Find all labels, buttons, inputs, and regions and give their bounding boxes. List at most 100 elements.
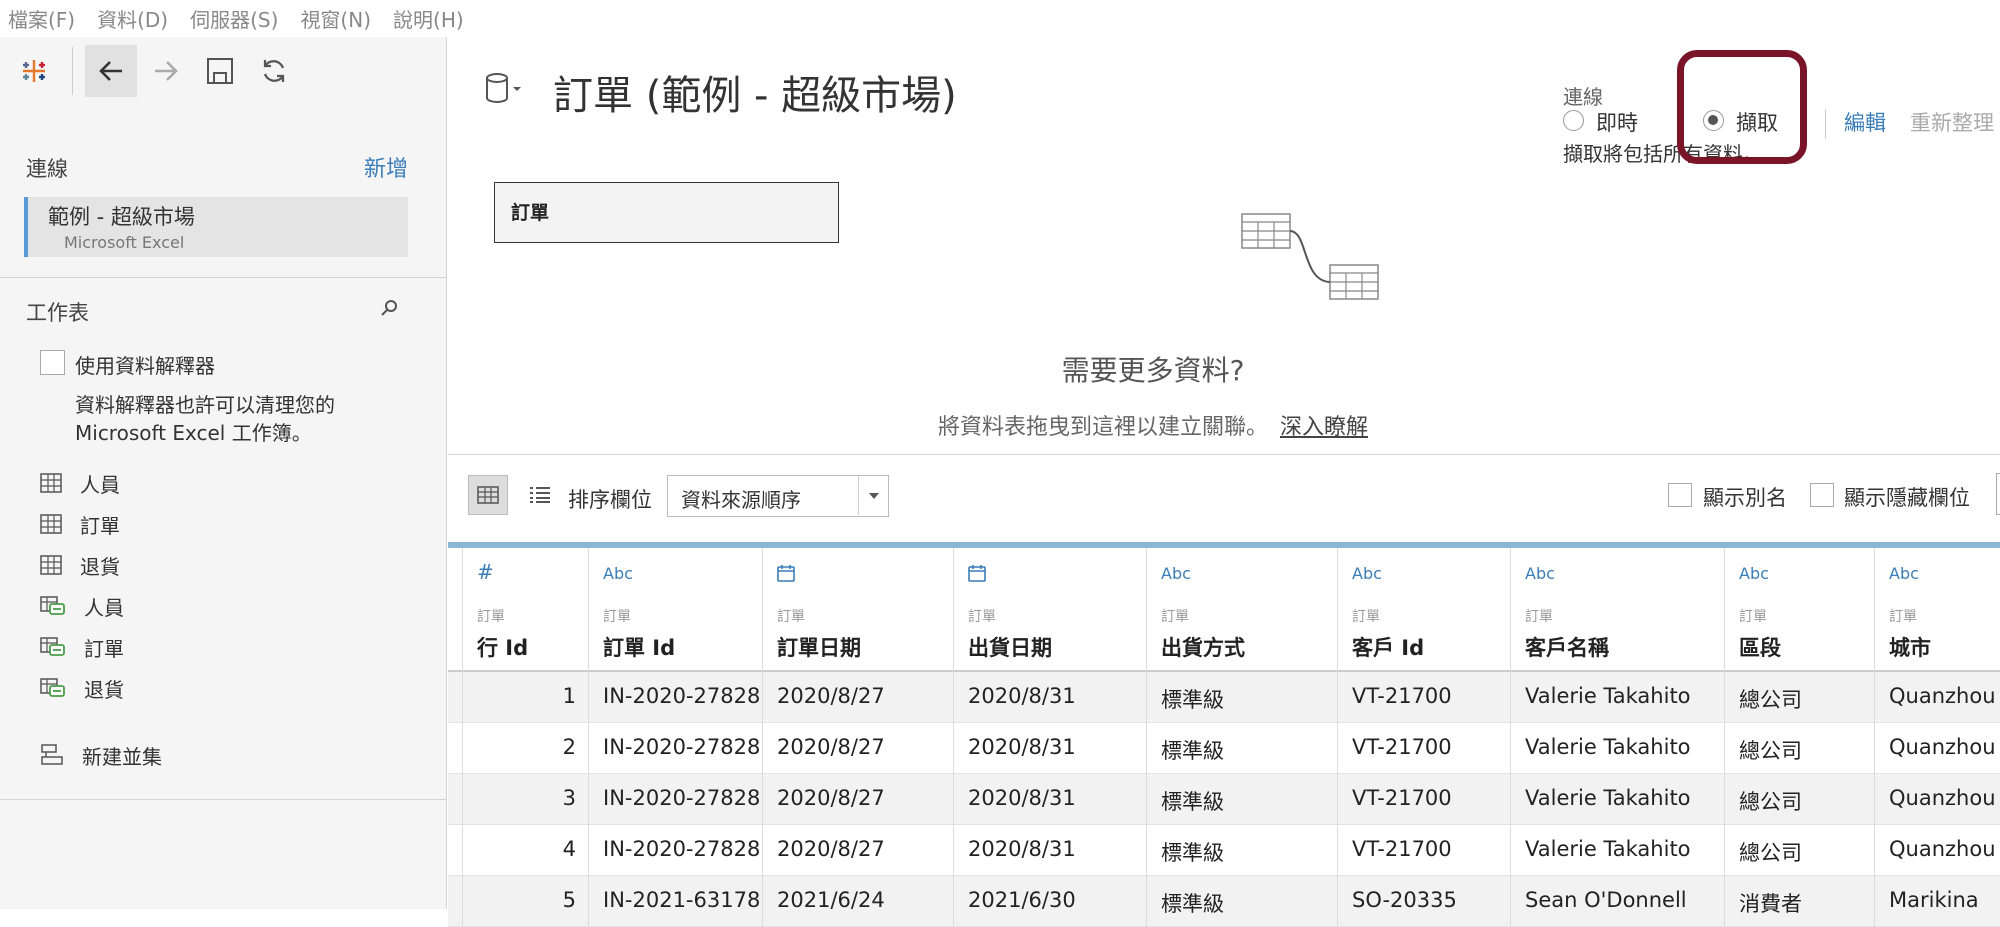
canvas-table-card[interactable]: 訂單 (494, 182, 839, 243)
table-cell[interactable]: VT-21700 (1338, 672, 1511, 723)
chevron-down-icon[interactable] (858, 476, 888, 515)
table-cell[interactable]: 總公司 (1725, 723, 1875, 774)
sheet-item[interactable]: 退貨 (40, 549, 120, 581)
table-cell[interactable]: Valerie Takahito (1511, 723, 1725, 774)
table-cell[interactable]: Marikina (1875, 876, 2000, 927)
table-cell[interactable]: VT-21700 (1338, 825, 1511, 876)
column-header[interactable]: Abc 訂單 訂單 Id (589, 548, 763, 672)
column-header[interactable]: 訂單 出貨日期 (954, 548, 1147, 672)
tableau-logo-icon[interactable] (8, 45, 60, 97)
table-cell[interactable]: Quanzhou (1875, 774, 2000, 825)
show-hidden-fields-checkbox[interactable] (1810, 483, 1834, 507)
table-cell[interactable]: IN-2020-27828 (589, 825, 763, 876)
connection-item[interactable]: 範例 - 超級市場 Microsoft Excel (24, 197, 408, 257)
number-type-icon[interactable]: # (477, 560, 494, 584)
table-cell[interactable]: 1 (463, 672, 589, 723)
menu-server[interactable]: 伺服器(S) (190, 4, 278, 33)
connection-type: Microsoft Excel (64, 233, 185, 252)
table-cell[interactable]: 標準級 (1147, 825, 1338, 876)
table-cell[interactable]: Sean O'Donnell (1511, 876, 1725, 927)
calendar-icon[interactable] (777, 564, 795, 586)
show-aliases-checkbox[interactable] (1668, 483, 1692, 507)
table-cell[interactable]: 總公司 (1725, 774, 1875, 825)
rows-input[interactable] (1996, 473, 2000, 515)
table-cell[interactable]: 總公司 (1725, 825, 1875, 876)
string-type-icon[interactable]: Abc (1739, 564, 1769, 583)
menu-help[interactable]: 說明(H) (393, 4, 464, 33)
string-type-icon[interactable]: Abc (1889, 564, 1919, 583)
back-button[interactable] (85, 45, 137, 97)
table-cell[interactable]: IN-2020-27828 (589, 723, 763, 774)
table-cell[interactable]: Quanzhou (1875, 825, 2000, 876)
table-cell[interactable]: 2 (463, 723, 589, 774)
forward-button[interactable] (140, 45, 192, 97)
table-cell[interactable]: VT-21700 (1338, 774, 1511, 825)
refresh-button[interactable] (248, 45, 300, 97)
menu-file[interactable]: 檔案(F) (8, 4, 75, 33)
column-header[interactable]: # 訂單 行 Id (463, 548, 589, 672)
data-interpreter-checkbox[interactable] (40, 350, 65, 375)
table-cell[interactable]: 2021/6/30 (954, 876, 1147, 927)
learn-more-link[interactable]: 深入瞭解 (1280, 415, 1368, 440)
table-cell[interactable]: Valerie Takahito (1511, 825, 1725, 876)
new-union-item[interactable]: 新建並集 (40, 739, 162, 771)
column-header[interactable]: Abc 訂單 客戶 Id (1338, 548, 1511, 672)
table-cell[interactable]: 總公司 (1725, 672, 1875, 723)
table-cell[interactable]: 2020/8/31 (954, 774, 1147, 825)
table-cell[interactable]: 2020/8/27 (763, 672, 954, 723)
menu-data[interactable]: 資料(D) (97, 4, 168, 33)
table-cell[interactable]: 消費者 (1725, 876, 1875, 927)
table-cell[interactable]: 2020/8/31 (954, 723, 1147, 774)
table-cell[interactable]: 2020/8/31 (954, 825, 1147, 876)
table-cell[interactable]: IN-2021-63178 (589, 876, 763, 927)
sheet-item[interactable]: 人員 (40, 590, 124, 622)
database-icon[interactable] (483, 71, 525, 111)
menu-window[interactable]: 視窗(N) (300, 4, 371, 33)
table-cell[interactable]: 標準級 (1147, 723, 1338, 774)
sheet-item[interactable]: 退貨 (40, 672, 124, 704)
table-cell[interactable]: SO-20335 (1338, 876, 1511, 927)
table-cell[interactable]: Valerie Takahito (1511, 672, 1725, 723)
save-button[interactable] (194, 45, 246, 97)
search-icon[interactable] (380, 299, 398, 321)
string-type-icon[interactable]: Abc (1352, 564, 1382, 583)
list-view-button[interactable] (520, 475, 560, 515)
table-cell[interactable]: 5 (463, 876, 589, 927)
table-cell[interactable]: IN-2020-27828 (589, 672, 763, 723)
column-header[interactable]: Abc 訂單 區段 (1725, 548, 1875, 672)
grid-view-button[interactable] (468, 475, 508, 515)
add-connection-link[interactable]: 新增 (364, 151, 408, 183)
column-header[interactable]: Abc 訂單 城市 (1875, 548, 2000, 672)
table-cell[interactable]: Valerie Takahito (1511, 774, 1725, 825)
string-type-icon[interactable]: Abc (1161, 564, 1191, 583)
table-cell[interactable]: 2021/6/24 (763, 876, 954, 927)
table-cell[interactable]: 3 (463, 774, 589, 825)
sheet-item[interactable]: 訂單 (40, 508, 120, 540)
sort-fields-dropdown[interactable]: 資料來源順序 (667, 475, 889, 517)
table-cell[interactable]: IN-2020-27828 (589, 774, 763, 825)
table-cell[interactable]: 2020/8/27 (763, 774, 954, 825)
live-label[interactable]: 即時 (1596, 107, 1638, 137)
table-cell[interactable]: 2020/8/27 (763, 723, 954, 774)
calendar-icon[interactable] (968, 564, 986, 586)
table-cell[interactable]: 標準級 (1147, 774, 1338, 825)
table-cell[interactable]: VT-21700 (1338, 723, 1511, 774)
live-radio[interactable] (1563, 110, 1584, 131)
table-cell[interactable]: 2020/8/31 (954, 672, 1147, 723)
edit-link[interactable]: 編輯 (1844, 107, 1886, 137)
page-title[interactable]: 訂單 (範例 - 超級市場) (553, 63, 957, 121)
column-header[interactable]: 訂單 訂單日期 (763, 548, 954, 672)
string-type-icon[interactable]: Abc (1525, 564, 1555, 583)
string-type-icon[interactable]: Abc (603, 564, 633, 583)
sheet-item[interactable]: 訂單 (40, 631, 124, 663)
table-cell[interactable]: 標準級 (1147, 672, 1338, 723)
table-cell[interactable]: 標準級 (1147, 876, 1338, 927)
table-cell[interactable]: 4 (463, 825, 589, 876)
refresh-link[interactable]: 重新整理 (1910, 107, 1994, 137)
column-header[interactable]: Abc 訂單 出貨方式 (1147, 548, 1338, 672)
column-header[interactable]: Abc 訂單 客戶名稱 (1511, 548, 1725, 672)
sheet-item[interactable]: 人員 (40, 467, 120, 499)
table-cell[interactable]: 2020/8/27 (763, 825, 954, 876)
table-cell[interactable]: Quanzhou (1875, 672, 2000, 723)
table-cell[interactable]: Quanzhou (1875, 723, 2000, 774)
